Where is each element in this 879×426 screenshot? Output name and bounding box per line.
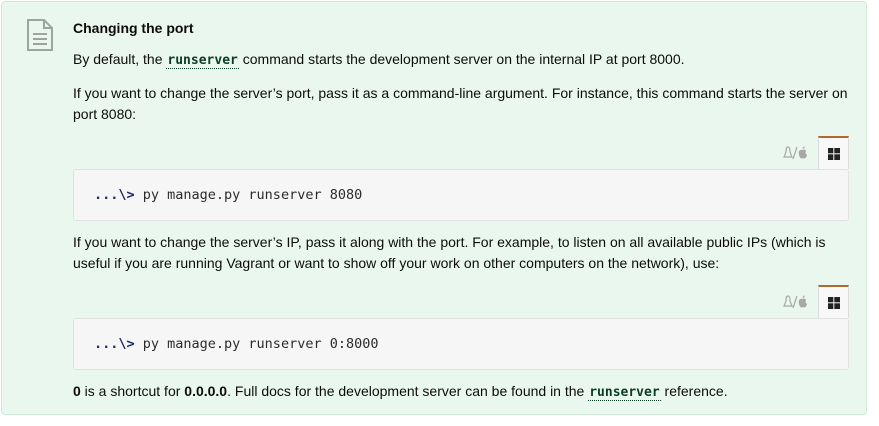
windows-icon <box>827 147 840 160</box>
tab-windows[interactable] <box>818 136 849 169</box>
console-command: py manage.py runserver 8080 <box>134 187 363 203</box>
paragraph-shortcut: 0 is a shortcut for 0.0.0.0. Full docs f… <box>73 383 728 401</box>
console-command: py manage.py runserver 0:8000 <box>134 336 379 352</box>
os-tabs <box>778 136 849 170</box>
linux-apple-icon <box>783 295 807 309</box>
console-prompt: ...\> <box>94 336 135 352</box>
paragraph-change-port: If you want to change the server’s port,… <box>73 85 848 122</box>
runserver-link[interactable]: runserver <box>588 385 661 401</box>
note-title: Changing the port <box>73 20 194 36</box>
os-tabs <box>778 285 849 319</box>
windows-icon <box>827 296 840 309</box>
note-admonition: Changing the port By default, the runser… <box>1 1 867 415</box>
paragraph-default-port: By default, the runserver command starts… <box>73 51 685 69</box>
console-prompt: ...\> <box>94 187 135 203</box>
document-icon <box>27 19 53 51</box>
tab-linux-macos[interactable] <box>778 285 816 319</box>
code-block-runserver-8080[interactable]: ...\> py manage.py runserver 8080 <box>73 169 849 221</box>
code-block-runserver-0-8000[interactable]: ...\> py manage.py runserver 0:8000 <box>73 318 849 370</box>
linux-apple-icon <box>783 146 807 160</box>
runserver-link[interactable]: runserver <box>166 53 239 69</box>
tab-linux-macos[interactable] <box>778 136 816 170</box>
tab-windows[interactable] <box>818 285 849 318</box>
paragraph-change-ip: If you want to change the server’s IP, p… <box>73 234 826 271</box>
